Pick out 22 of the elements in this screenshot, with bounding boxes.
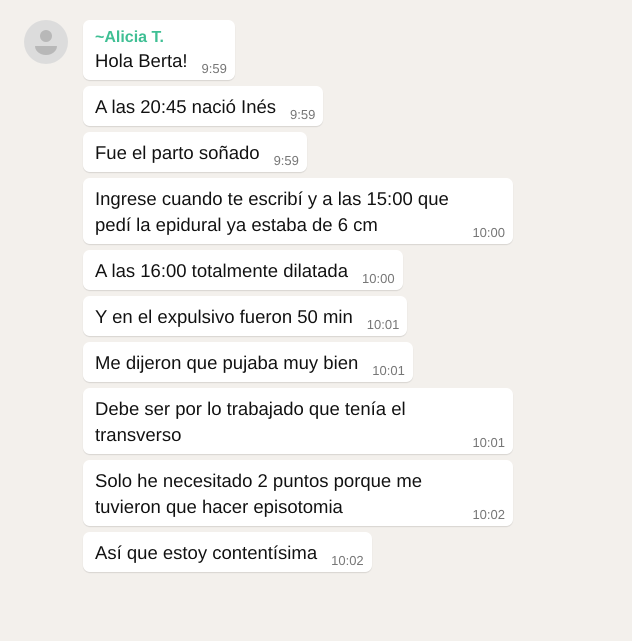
message-text: Hola Berta!: [95, 49, 188, 73]
message-time: 10:01: [472, 436, 505, 450]
message-text: Fue el parto soñado: [95, 141, 260, 165]
message-time: 10:01: [372, 364, 405, 378]
message-text: Y en el expulsivo fueron 50 min: [95, 305, 353, 329]
message-time: 9:59: [290, 108, 316, 122]
message-time: 10:01: [366, 318, 400, 332]
avatar-icon: [24, 20, 68, 64]
message-text: Así que estoy contentísima: [95, 541, 318, 565]
message-text: Ingrese cuando te escribí y a las 15:00 que pedí la epidural ya estaba de 6 cm: [95, 187, 450, 237]
message-time: 10:02: [472, 508, 505, 522]
message-time: 9:59: [202, 62, 227, 76]
sender-name: ~Alicia T.: [95, 28, 165, 48]
message-time: 10:00: [362, 272, 395, 286]
message-text: Me dijeron que pujaba muy bien: [95, 351, 358, 375]
message-time: 9:59: [274, 154, 299, 168]
message-time: 10:00: [472, 226, 505, 240]
message-text: A las 16:00 totalmente dilatada: [95, 259, 348, 283]
message-text: Solo he necesitado 2 puntos porque me tuvieron que hacer episotomia: [95, 469, 424, 519]
message-text: Debe ser por lo trabajado que tenía el transverso: [95, 397, 407, 447]
message-time: 10:02: [331, 554, 364, 568]
message-text: A las 20:45 nació Inés: [95, 95, 276, 119]
